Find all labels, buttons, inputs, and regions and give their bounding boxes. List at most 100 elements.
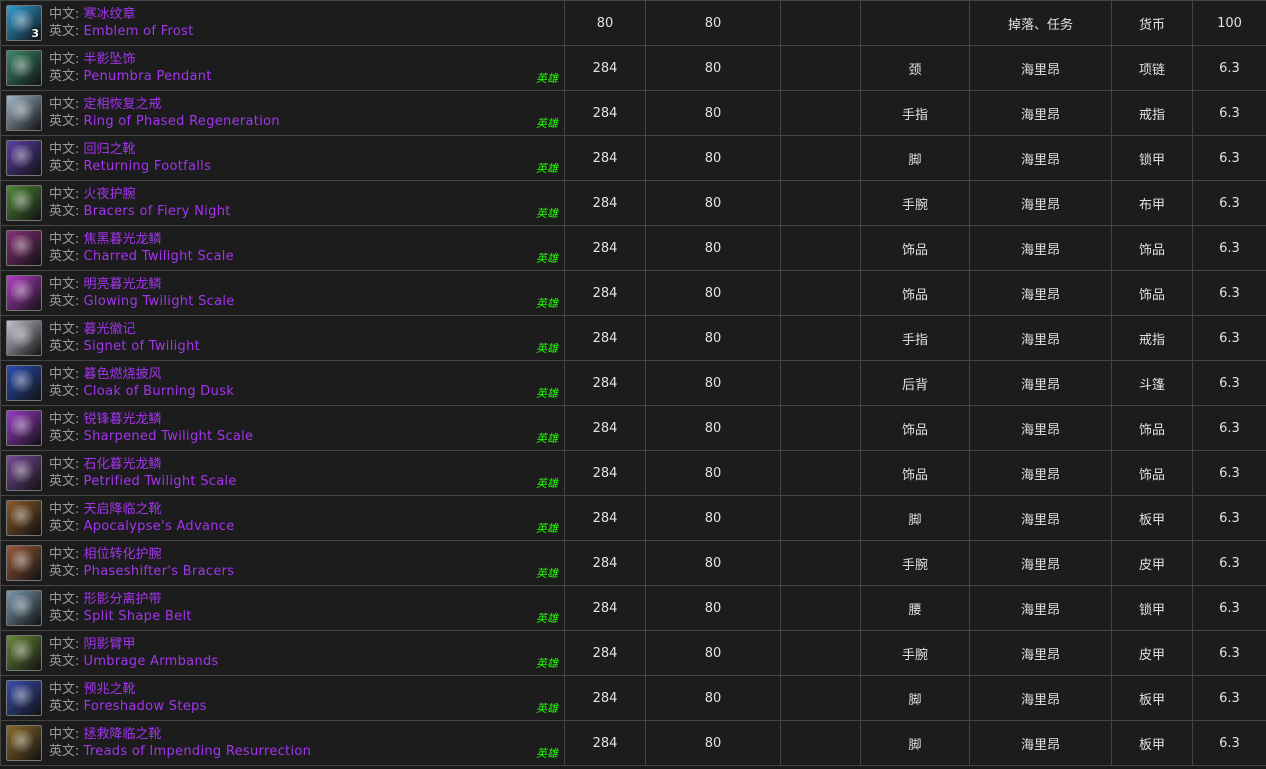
table-row[interactable]: 中文: 拯救降临之靴 英文: Treads of Impending Resurr…: [0, 720, 1266, 766]
table-row[interactable]: 中文: 回归之靴 英文: Returning Footfalls 英雄 284 80 脚海…: [0, 135, 1266, 181]
leather-bracers-icon[interactable]: [6, 545, 42, 581]
item-name-chinese-link[interactable]: 石化暮光龙鳞: [84, 457, 162, 472]
item-name-english-link[interactable]: Phaseshifter's Bracers: [84, 564, 235, 579]
item-name-english-link[interactable]: Foreshadow Steps: [84, 699, 207, 714]
item-name-english-link[interactable]: Penumbra Pendant: [84, 69, 212, 84]
item-name-chinese-link[interactable]: 半影坠饰: [84, 52, 136, 67]
item-name-english-link[interactable]: Emblem of Frost: [84, 24, 194, 39]
item-names: 中文: 定相恢复之戒 英文: Ring of Phased Regeneratio…: [49, 96, 280, 130]
item-names: 中文: 回归之靴 英文: Returning Footfalls: [49, 141, 211, 175]
item-level-cell: 284: [564, 225, 646, 271]
boots-icon[interactable]: [6, 680, 42, 716]
dragon-scale-icon[interactable]: [6, 455, 42, 491]
item-name-chinese-link[interactable]: 定相恢复之戒: [84, 97, 162, 112]
table-row[interactable]: 中文: 定相恢复之戒 英文: Ring of Phased Regeneratio…: [0, 90, 1266, 136]
item-name-chinese-link[interactable]: 预兆之靴: [84, 682, 136, 697]
item-name-chinese-link[interactable]: 焦黑暮光龙鳞: [84, 232, 162, 247]
english-label: 英文:: [49, 744, 80, 759]
item-names: 中文: 焦黑暮光龙鳞 英文: Charred Twilight Scale: [49, 231, 234, 265]
plate-boots-icon[interactable]: [6, 500, 42, 536]
item-name-chinese-link[interactable]: 暮光徽记: [84, 322, 136, 337]
dragon-scale-icon[interactable]: [6, 230, 42, 266]
chinese-label: 中文:: [49, 97, 80, 112]
item-name-chinese-link[interactable]: 天启降临之靴: [84, 502, 162, 517]
slot-cell: 腰: [860, 585, 970, 631]
armbands-icon[interactable]: [6, 635, 42, 671]
item-name-english-link[interactable]: Charred Twilight Scale: [84, 249, 234, 264]
item-name-english-link[interactable]: Glowing Twilight Scale: [84, 294, 235, 309]
table-row[interactable]: 中文: 半影坠饰 英文: Penumbra Pendant 英雄 284 80 颈海里昂项…: [0, 45, 1266, 91]
item-level-cell: 284: [564, 675, 646, 721]
item-name-chinese-link[interactable]: 相位转化护腕: [84, 547, 162, 562]
emblem-of-frost-icon[interactable]: 3: [6, 5, 42, 41]
item-name-chinese-link[interactable]: 阴影臂甲: [84, 637, 136, 652]
source-cell: 海里昂: [969, 90, 1112, 136]
cloak-icon[interactable]: [6, 365, 42, 401]
required-level-cell: 80: [645, 135, 781, 181]
table-row[interactable]: 中文: 火夜护腕 英文: Bracers of Fiery Night 英雄 284 8…: [0, 180, 1266, 226]
source-cell: 海里昂: [969, 720, 1112, 766]
item-name-chinese-link[interactable]: 锐锋暮光龙鳞: [84, 412, 162, 427]
table-row[interactable]: 中文: 天启降临之靴 英文: Apocalypse's Advance 英雄 284 8…: [0, 495, 1266, 541]
item-name-chinese-link[interactable]: 形影分离护带: [84, 592, 162, 607]
english-label: 英文:: [49, 159, 80, 174]
heroic-tag: 英雄: [536, 432, 558, 445]
bracers-icon[interactable]: [6, 185, 42, 221]
item-names: 中文: 天启降临之靴 英文: Apocalypse's Advance: [49, 501, 235, 535]
item-name-english-link[interactable]: Ring of Phased Regeneration: [84, 114, 280, 129]
table-row[interactable]: 中文: 锐锋暮光龙鳞 英文: Sharpened Twilight Scale 英雄…: [0, 405, 1266, 451]
source-cell: 掉落、任务: [969, 0, 1112, 46]
item-level-cell: 284: [564, 315, 646, 361]
table-row[interactable]: 中文: 形影分离护带 英文: Split Shape Belt 英雄 284 80 腰海里…: [0, 585, 1266, 631]
item-name-english-link[interactable]: Bracers of Fiery Night: [84, 204, 231, 219]
table-row[interactable]: 中文: 石化暮光龙鳞 英文: Petrified Twilight Scale 英雄…: [0, 450, 1266, 496]
item-name-english-link[interactable]: Sharpened Twilight Scale: [84, 429, 254, 444]
table-row[interactable]: 中文: 明亮暮光龙鳞 英文: Glowing Twilight Scale 英雄 28…: [0, 270, 1266, 316]
english-label: 英文:: [49, 24, 80, 39]
table-row[interactable]: 中文: 暮光徽记 英文: Signet of Twilight 英雄 284 80 手指海…: [0, 315, 1266, 361]
item-name-english-link[interactable]: Returning Footfalls: [84, 159, 212, 174]
item-name-english-link[interactable]: Apocalypse's Advance: [84, 519, 235, 534]
plate-boots-icon[interactable]: [6, 725, 42, 761]
table-row[interactable]: 中文: 相位转化护腕 英文: Phaseshifter's Bracers 英雄 28…: [0, 540, 1266, 586]
signet-ring-icon[interactable]: [6, 320, 42, 356]
item-names: 中文: 石化暮光龙鳞 英文: Petrified Twilight Scale: [49, 456, 237, 490]
item-name-chinese-link[interactable]: 暮色燃烧披风: [84, 367, 162, 382]
empty-cell: [780, 270, 861, 316]
table-row[interactable]: 中文: 焦黑暮光龙鳞 英文: Charred Twilight Scale 英雄 28…: [0, 225, 1266, 271]
required-level-cell: 80: [645, 585, 781, 631]
table-row[interactable]: 中文: 暮色燃烧披风 英文: Cloak of Burning Dusk 英雄 284…: [0, 360, 1266, 406]
belt-icon[interactable]: [6, 590, 42, 626]
item-name-english-link[interactable]: Cloak of Burning Dusk: [84, 384, 235, 399]
item-name-chinese-link[interactable]: 火夜护腕: [84, 187, 136, 202]
item-name-chinese-link[interactable]: 拯救降临之靴: [84, 727, 162, 742]
item-name-english-link[interactable]: Petrified Twilight Scale: [84, 474, 237, 489]
chinese-label: 中文:: [49, 547, 80, 562]
item-name-chinese-link[interactable]: 回归之靴: [84, 142, 136, 157]
version-cell: 6.3: [1192, 180, 1266, 226]
english-label: 英文:: [49, 384, 80, 399]
dragon-scale-icon[interactable]: [6, 410, 42, 446]
ring-icon[interactable]: [6, 95, 42, 131]
table-row[interactable]: 3 中文: 寒冰纹章 英文: Emblem of Frost 80 80 掉落、任务 货币 1…: [0, 0, 1266, 46]
boots-icon[interactable]: [6, 140, 42, 176]
pendant-icon[interactable]: [6, 50, 42, 86]
type-cell: 货币: [1111, 0, 1193, 46]
table-row[interactable]: 中文: 阴影臂甲 英文: Umbrage Armbands 英雄 284 80 手腕 海里昂…: [0, 630, 1266, 676]
item-name-english-link[interactable]: Signet of Twilight: [84, 339, 201, 354]
item-name-english-link[interactable]: Split Shape Belt: [84, 609, 192, 624]
type-cell: 戒指: [1111, 90, 1193, 136]
slot-cell: 手腕: [860, 540, 970, 586]
heroic-tag: 英雄: [536, 297, 558, 310]
english-label: 英文:: [49, 564, 80, 579]
type-cell: 饰品: [1111, 405, 1193, 451]
item-name-english-link[interactable]: Treads of Impending Resurrection: [84, 744, 312, 759]
dragon-scale-icon[interactable]: [6, 275, 42, 311]
item-name-chinese-link[interactable]: 明亮暮光龙鳞: [84, 277, 162, 292]
item-name-english-link[interactable]: Umbrage Armbands: [84, 654, 219, 669]
type-cell: 板甲: [1111, 495, 1193, 541]
table-row[interactable]: 中文: 预兆之靴 英文: Foreshadow Steps 英雄 284 80 脚海里昂板…: [0, 675, 1266, 721]
chinese-label: 中文:: [49, 322, 80, 337]
item-name-chinese-link[interactable]: 寒冰纹章: [84, 7, 136, 22]
item-level-cell: 284: [564, 720, 646, 766]
